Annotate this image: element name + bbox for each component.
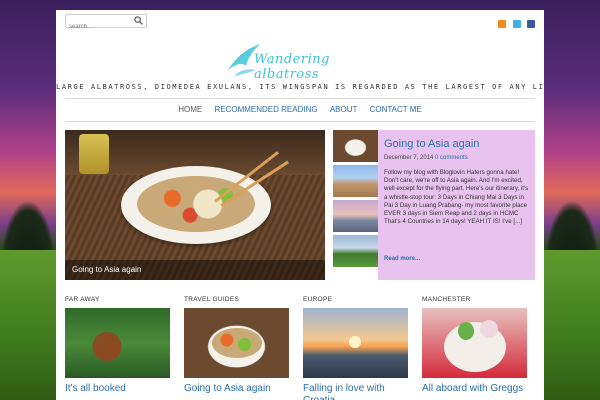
- slide-thumbnails: [333, 130, 378, 270]
- thumbnail-food[interactable]: [333, 130, 378, 162]
- nav-home[interactable]: HOME: [178, 105, 202, 114]
- facebook-icon[interactable]: [527, 20, 535, 28]
- nav-contact[interactable]: CONTACT ME: [370, 105, 422, 114]
- category-post-title[interactable]: Going to Asia again: [184, 383, 289, 395]
- category-card: TRAVEL GUIDES Going to Asia again: [184, 296, 289, 395]
- nav-about[interactable]: ABOUT: [330, 105, 358, 114]
- thumbnail-coast[interactable]: [333, 200, 378, 232]
- drink-glass: [79, 134, 109, 174]
- site-logo[interactable]: Wandering albatross: [226, 40, 376, 82]
- category-image-salad[interactable]: [184, 308, 289, 378]
- post-date: December 7, 2014: [384, 155, 434, 161]
- featured-slide[interactable]: Going to Asia again: [65, 130, 325, 280]
- category-card: FAR AWAY It's all booked: [65, 296, 170, 395]
- category-post-title[interactable]: All aboard with Greggs: [422, 383, 527, 395]
- search-input[interactable]: [66, 22, 136, 32]
- thumbnail-beach[interactable]: [333, 165, 378, 197]
- category-image-sunset[interactable]: [303, 308, 408, 378]
- search-box: [65, 14, 147, 32]
- nav-recommended-reading[interactable]: RECOMMENDED READING: [214, 105, 317, 114]
- logo-text: Wandering albatross: [254, 52, 330, 82]
- slide-caption[interactable]: Going to Asia again: [65, 260, 325, 280]
- category-label[interactable]: FAR AWAY: [65, 296, 170, 303]
- category-image-orangutan[interactable]: [65, 308, 170, 378]
- category-post-title[interactable]: Falling in love with Croatia: [303, 383, 408, 400]
- main-nav: HOME RECOMMENDED READING ABOUT CONTACT M…: [56, 105, 544, 114]
- category-label[interactable]: EUROPE: [303, 296, 408, 303]
- twitter-icon[interactable]: [512, 20, 521, 28]
- post-title[interactable]: Going to Asia again: [384, 138, 479, 150]
- read-more-link[interactable]: Read more...: [384, 256, 420, 262]
- category-label[interactable]: TRAVEL GUIDES: [184, 296, 289, 303]
- category-card: MANCHESTER All aboard with Greggs: [422, 296, 527, 395]
- featured-post-panel: Going to Asia again December 7, 2014 0 c…: [378, 130, 535, 280]
- category-image-cakes[interactable]: [422, 308, 527, 378]
- category-card: EUROPE Falling in love with Croatia: [303, 296, 408, 400]
- post-comments[interactable]: 0 comments: [435, 155, 468, 161]
- page-container: Wandering albatross LARGE ALBATROSS, DIO…: [56, 10, 544, 400]
- thumbnail-stadium[interactable]: [333, 235, 378, 267]
- rss-icon[interactable]: [498, 20, 507, 28]
- social-links: [496, 15, 535, 28]
- top-bar: [65, 14, 535, 32]
- category-label[interactable]: MANCHESTER: [422, 296, 527, 303]
- post-excerpt: Follow my blog with Bloglovin Haters gon…: [384, 169, 529, 226]
- category-post-title[interactable]: It's all booked: [65, 383, 170, 395]
- post-meta: December 7, 2014 0 comments: [384, 155, 468, 161]
- divider-top: [65, 98, 535, 99]
- divider-bottom: [65, 121, 535, 122]
- site-tagline: LARGE ALBATROSS, DIOMEDEA EXULANS, ITS W…: [56, 83, 544, 91]
- search-icon[interactable]: [134, 16, 143, 25]
